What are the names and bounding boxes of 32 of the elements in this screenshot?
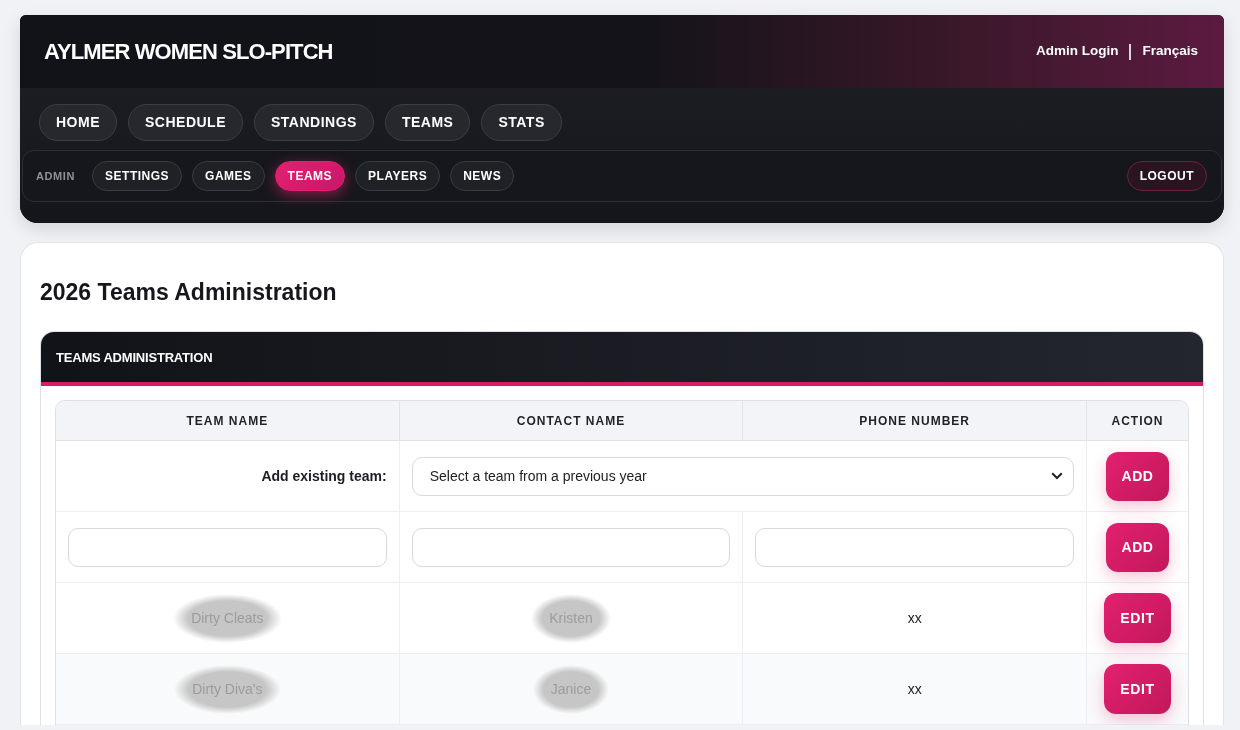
admin-nav-link[interactable]: NEWS xyxy=(450,161,515,191)
add-button[interactable]: ADD xyxy=(1106,451,1169,501)
edit-button[interactable]: EDIT xyxy=(1104,593,1171,644)
edit-button[interactable]: EDIT xyxy=(1104,664,1171,715)
column-header: PHONE NUMBER xyxy=(743,401,1087,442)
nav-link[interactable]: STANDINGS xyxy=(254,104,374,141)
nav-link[interactable]: TEAMS xyxy=(384,104,471,141)
input-field[interactable] xyxy=(411,527,731,567)
panel-title: TEAMS ADMINISTRATION xyxy=(56,348,213,367)
header-link[interactable]: Français xyxy=(1142,41,1198,62)
input-field[interactable] xyxy=(755,527,1074,567)
table-cell: xx xyxy=(743,654,1087,726)
input-field[interactable] xyxy=(68,527,387,567)
column-header: ACTION xyxy=(1087,401,1188,442)
site-title: AYLMER WOMEN SLO-PITCH xyxy=(44,40,333,63)
logout-button[interactable]: LOGOUT xyxy=(1126,161,1207,191)
nav-link[interactable]: HOME xyxy=(39,104,117,141)
admin-nav-link[interactable]: PLAYERS xyxy=(355,161,441,191)
admin-nav-link[interactable]: GAMES xyxy=(192,161,265,191)
nav-link[interactable]: STATS xyxy=(481,104,562,141)
admin-nav-link[interactable]: SETTINGS xyxy=(92,161,183,191)
column-header: TEAM NAME xyxy=(56,401,400,442)
admin-label: ADMIN xyxy=(36,168,76,184)
admin-nav-link[interactable]: TEAMS xyxy=(274,161,346,191)
chevron-down-icon xyxy=(1051,472,1063,481)
add-button[interactable]: ADD xyxy=(1106,522,1169,572)
nav-link[interactable]: SCHEDULE xyxy=(128,104,243,141)
column-header: CONTACT NAME xyxy=(399,401,744,442)
field-label: Add existing team: xyxy=(261,467,387,484)
header-link[interactable]: Admin Login xyxy=(1036,41,1119,62)
team-select[interactable]: Select a team from a previous year xyxy=(411,456,1074,496)
page-title: 2026 Teams Administration xyxy=(40,279,338,306)
